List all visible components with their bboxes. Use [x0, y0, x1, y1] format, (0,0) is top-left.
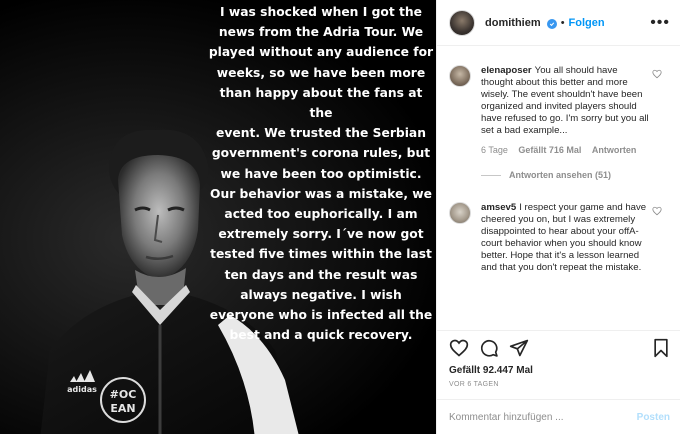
caption-line: event. We trusted the Serbian: [216, 126, 426, 141]
action-icons: [449, 337, 670, 359]
caption-line: everyone who is infected all the: [209, 308, 433, 323]
view-replies-label[interactable]: Antworten ansehen (51): [509, 170, 611, 180]
comment-meta: 6 Tage Gefällt 716 Mal Antworten: [481, 144, 649, 156]
comment-bubble-icon[interactable]: [479, 338, 499, 358]
caption-line: government's corona rules, but: [211, 146, 431, 161]
caption-line: tested five times within the last: [210, 247, 432, 262]
add-comment-bar: Posten: [437, 399, 680, 434]
reply-button[interactable]: Antworten: [592, 145, 637, 155]
post-actions: Gefällt 92.447 Mal VOR 6 TAGEN: [437, 330, 680, 388]
more-options-icon[interactable]: •••: [650, 14, 670, 32]
caption-line: ten days and the result was: [224, 267, 418, 282]
separator-dot: •: [560, 16, 565, 29]
like-heart-icon[interactable]: [449, 338, 469, 358]
follow-button[interactable]: Folgen: [569, 17, 605, 29]
replies-divider: [481, 174, 501, 176]
caption-text: I was shocked when I got the news from t…: [208, 2, 434, 345]
comment-body: amsev5 I respect your game and have cheer…: [481, 202, 649, 274]
post-header: domithiem • Folgen •••: [437, 0, 680, 46]
caption-line: always negative. I wish: [240, 287, 402, 302]
caption-line: news from the Adria Tour. We: [218, 25, 424, 40]
heart-icon[interactable]: [652, 69, 662, 79]
bookmark-icon[interactable]: [652, 338, 670, 358]
post-side-panel: domithiem • Folgen ••• elenaposer You all…: [436, 0, 680, 434]
caption-line: Our behavior was a mistake, we: [210, 186, 432, 201]
add-comment-input[interactable]: [449, 411, 637, 423]
post-comment-button[interactable]: Posten: [637, 412, 670, 423]
share-paper-plane-icon[interactable]: [509, 338, 529, 358]
caption-line: I was shocked when I got the: [220, 5, 422, 19]
caption-line: best and a quick recovery.: [229, 328, 413, 343]
caption-line: extremely sorry. I´ve now got: [218, 227, 424, 242]
comment-item: amsev5 I respect your game and have cheer…: [437, 202, 680, 274]
caption-line: we have been too optimistic.: [220, 166, 422, 181]
post-timestamp[interactable]: VOR 6 TAGEN: [449, 381, 670, 388]
comment-age[interactable]: 6 Tage: [481, 145, 508, 155]
post-image[interactable]: #OC EAN adidas I was shocked when I got …: [0, 0, 436, 434]
comment-username[interactable]: elenaposer: [481, 65, 532, 76]
view-replies-button[interactable]: Antworten ansehen (51): [481, 170, 680, 180]
shirt-text-bottom: EAN: [110, 402, 135, 415]
heart-icon[interactable]: [652, 206, 662, 216]
comments-list[interactable]: elenaposer You all should have thought ab…: [437, 47, 680, 327]
username-text[interactable]: domithiem: [485, 17, 541, 29]
avatar[interactable]: [449, 9, 475, 36]
likes-count[interactable]: Gefällt 92.447 Mal: [449, 365, 670, 376]
comment-item: elenaposer You all should have thought ab…: [437, 65, 680, 156]
header-username[interactable]: domithiem: [485, 17, 557, 29]
comment-body: elenaposer You all should have thought ab…: [481, 65, 649, 156]
brand-text: adidas: [67, 385, 97, 394]
caption-line: than happy about the fans at the: [219, 85, 423, 121]
caption-line: acted too euphorically. I am: [224, 207, 418, 222]
caption-line: weeks, so we have been more: [216, 65, 426, 80]
avatar[interactable]: [449, 202, 471, 224]
comment-likes[interactable]: Gefällt 716 Mal: [518, 145, 581, 155]
shirt-text-top: #OC: [110, 388, 137, 401]
caption-line: played without any audience for: [208, 45, 434, 60]
avatar[interactable]: [449, 65, 471, 87]
verified-badge-icon: [546, 18, 557, 29]
comment-username[interactable]: amsev5: [481, 202, 516, 213]
